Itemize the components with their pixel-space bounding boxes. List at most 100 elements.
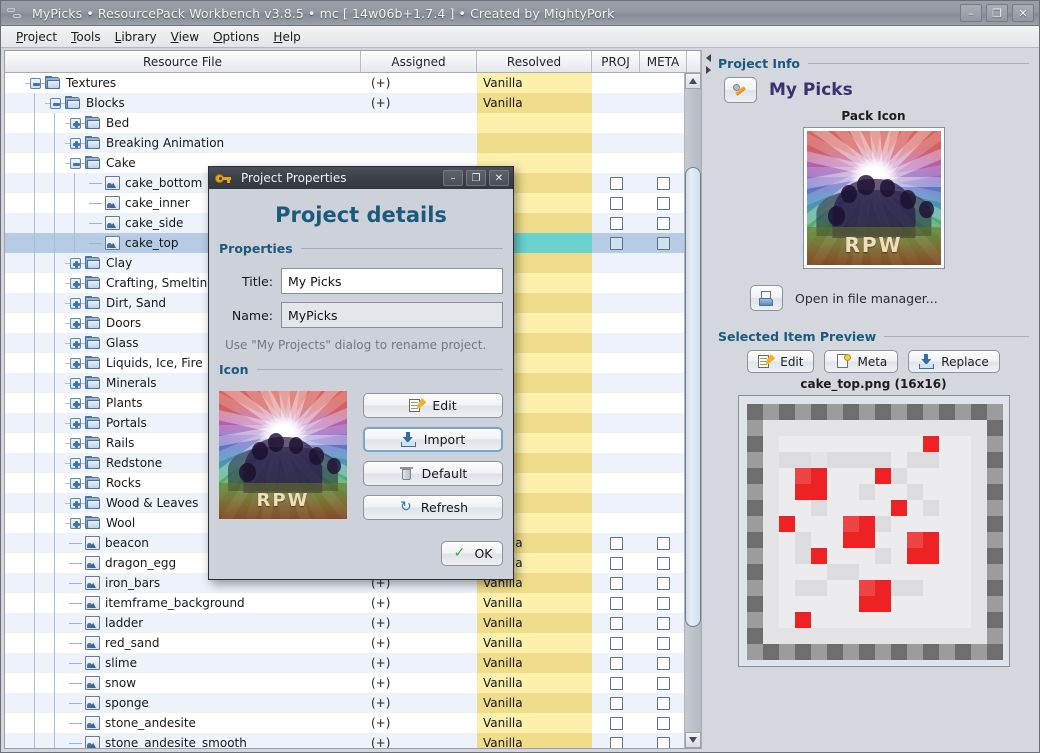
meta-checkbox[interactable] — [657, 596, 670, 610]
meta-checkbox[interactable] — [657, 636, 670, 650]
proj-checkbox[interactable] — [609, 676, 623, 690]
proj-checkbox[interactable] — [609, 536, 623, 550]
pane-splitter[interactable] — [702, 48, 714, 752]
tree-expand-button[interactable] — [65, 113, 85, 133]
title-input[interactable]: My Picks — [281, 268, 503, 294]
meta-checkbox[interactable] — [657, 656, 670, 670]
table-row[interactable]: Textures (+) Vanilla — [5, 73, 684, 93]
proj-checkbox[interactable] — [609, 236, 623, 250]
dialog-close-button[interactable]: ✕ — [489, 170, 509, 186]
tree-expand-button[interactable] — [65, 453, 85, 473]
column-header-resolved[interactable]: Resolved — [477, 51, 592, 72]
tree-collapse-button[interactable] — [65, 153, 85, 173]
proj-checkbox[interactable] — [609, 636, 623, 650]
meta-checkbox[interactable] — [657, 556, 670, 570]
proj-checkbox[interactable] — [609, 576, 623, 590]
tree-expand-button[interactable] — [65, 293, 85, 313]
proj-checkbox[interactable] — [609, 616, 623, 630]
tree-collapse-button[interactable] — [45, 93, 65, 113]
meta-checkbox[interactable] — [657, 176, 670, 190]
table-row[interactable]: red_sand (+) Vanilla — [5, 633, 684, 653]
menu-tools[interactable]: Tools — [64, 28, 108, 46]
collapse-left-arrow-icon[interactable] — [705, 54, 711, 62]
meta-checkbox[interactable] — [657, 236, 670, 250]
proj-checkbox[interactable] — [609, 736, 623, 748]
tree-expand-button[interactable] — [65, 413, 85, 433]
meta-checkbox[interactable] — [657, 676, 670, 690]
meta-checkbox[interactable] — [657, 576, 670, 590]
tree-expand-button[interactable] — [65, 273, 85, 293]
tree-expand-button[interactable] — [65, 313, 85, 333]
table-row[interactable]: snow (+) Vanilla — [5, 673, 684, 693]
table-row[interactable]: sponge (+) Vanilla — [5, 693, 684, 713]
meta-checkbox[interactable] — [657, 736, 670, 748]
column-header-resource-file[interactable]: Resource File — [5, 51, 361, 72]
menu-project[interactable]: Project — [9, 28, 64, 46]
pack-icon-image[interactable]: RPW — [806, 131, 941, 265]
meta-checkbox[interactable] — [657, 696, 670, 710]
icon-default-button[interactable]: Default — [363, 461, 503, 486]
meta-checkbox[interactable] — [657, 216, 670, 230]
column-header-assigned[interactable]: Assigned — [361, 51, 477, 72]
dialog-ok-button[interactable]: ✓ OK — [441, 541, 503, 566]
meta-checkbox[interactable] — [657, 536, 670, 550]
scroll-down-button[interactable] — [685, 732, 701, 748]
tree-expand-button[interactable] — [65, 473, 85, 493]
tree-expand-button[interactable] — [65, 513, 85, 533]
icon-import-button[interactable]: Import — [363, 427, 503, 452]
collapse-right-arrow-icon[interactable] — [705, 66, 711, 74]
tree-expand-button[interactable] — [65, 433, 85, 453]
table-row[interactable]: slime (+) Vanilla — [5, 653, 684, 673]
dialog-icon-preview[interactable]: RPW — [219, 391, 347, 519]
menu-options[interactable]: Options — [206, 28, 266, 46]
preview-replace-button[interactable]: Replace — [908, 350, 1000, 373]
meta-checkbox[interactable] — [657, 196, 670, 210]
tree-expand-button[interactable] — [65, 133, 85, 153]
texture-preview-canvas[interactable] — [746, 404, 1003, 660]
menu-view[interactable]: View — [164, 28, 206, 46]
table-row[interactable]: Breaking Animation — [5, 133, 684, 153]
table-row[interactable]: itemframe_background (+) Vanilla — [5, 593, 684, 613]
proj-checkbox[interactable] — [609, 716, 623, 730]
table-row[interactable]: Bed — [5, 113, 684, 133]
preview-meta-button[interactable]: Meta — [824, 350, 899, 373]
meta-checkbox[interactable] — [657, 616, 670, 630]
tree-expand-button[interactable] — [65, 493, 85, 513]
dialog-minimize-button[interactable]: – — [443, 170, 463, 186]
proj-checkbox[interactable] — [609, 696, 623, 710]
table-row[interactable]: Blocks (+) Vanilla — [5, 93, 684, 113]
minimize-button[interactable]: – — [960, 4, 982, 22]
open-file-manager-button[interactable] — [750, 285, 783, 311]
proj-checkbox[interactable] — [609, 656, 623, 670]
menu-library[interactable]: Library — [108, 28, 164, 46]
proj-checkbox[interactable] — [609, 596, 623, 610]
column-header-proj[interactable]: PROJ — [592, 51, 640, 72]
tree-expand-button[interactable] — [65, 353, 85, 373]
tree-expand-button[interactable] — [65, 373, 85, 393]
maximize-button[interactable]: ❐ — [986, 4, 1008, 22]
tree-expand-button[interactable] — [65, 253, 85, 273]
tree-collapse-button[interactable] — [25, 73, 45, 93]
scrollbar-track[interactable] — [685, 89, 701, 732]
vertical-scrollbar[interactable] — [684, 73, 701, 748]
dialog-maximize-button[interactable]: ❐ — [466, 170, 486, 186]
menu-help[interactable]: Help — [266, 28, 307, 46]
table-row[interactable]: stone_andesite_smooth (+) Vanilla — [5, 733, 684, 748]
proj-checkbox[interactable] — [609, 216, 623, 230]
close-button[interactable]: ✕ — [1012, 4, 1034, 22]
proj-checkbox[interactable] — [609, 176, 623, 190]
project-settings-button[interactable] — [724, 77, 757, 103]
tree-expand-button[interactable] — [65, 393, 85, 413]
proj-checkbox[interactable] — [609, 196, 623, 210]
preview-edit-button[interactable]: Edit — [747, 350, 815, 373]
proj-checkbox[interactable] — [609, 556, 623, 570]
table-row[interactable]: ladder (+) Vanilla — [5, 613, 684, 633]
column-header-meta[interactable]: META — [640, 51, 687, 72]
scrollbar-thumb[interactable] — [685, 167, 701, 627]
meta-checkbox[interactable] — [657, 716, 670, 730]
tree-expand-button[interactable] — [65, 333, 85, 353]
icon-edit-button[interactable]: Edit — [363, 393, 503, 418]
scroll-up-button[interactable] — [685, 73, 701, 89]
icon-refresh-button[interactable]: ↻ Refresh — [363, 495, 503, 520]
table-row[interactable]: stone_andesite (+) Vanilla — [5, 713, 684, 733]
